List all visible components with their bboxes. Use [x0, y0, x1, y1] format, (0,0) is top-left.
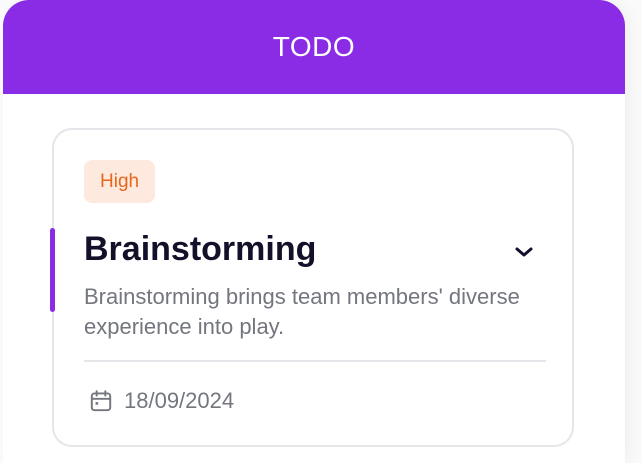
task-card[interactable]: High Brainstorming Brainstorming brings … [50, 128, 574, 447]
column-header: TODO [3, 0, 625, 94]
column-title: TODO [272, 31, 356, 62]
due-date-text: 18/09/2024 [124, 388, 235, 413]
card-divider [84, 360, 546, 362]
card-description: Brainstorming brings team members' diver… [84, 284, 520, 339]
card-accent-bar [50, 228, 55, 312]
due-date: 18/09/2024 [88, 388, 234, 414]
priority-label: High [100, 170, 140, 192]
calendar-icon [88, 388, 114, 414]
todo-column: TODO High Brainstorming Brainstorming br… [3, 0, 625, 463]
card-title: Brainstorming [84, 230, 317, 268]
chevron-down-icon[interactable] [512, 240, 536, 264]
priority-badge: High [84, 160, 156, 203]
